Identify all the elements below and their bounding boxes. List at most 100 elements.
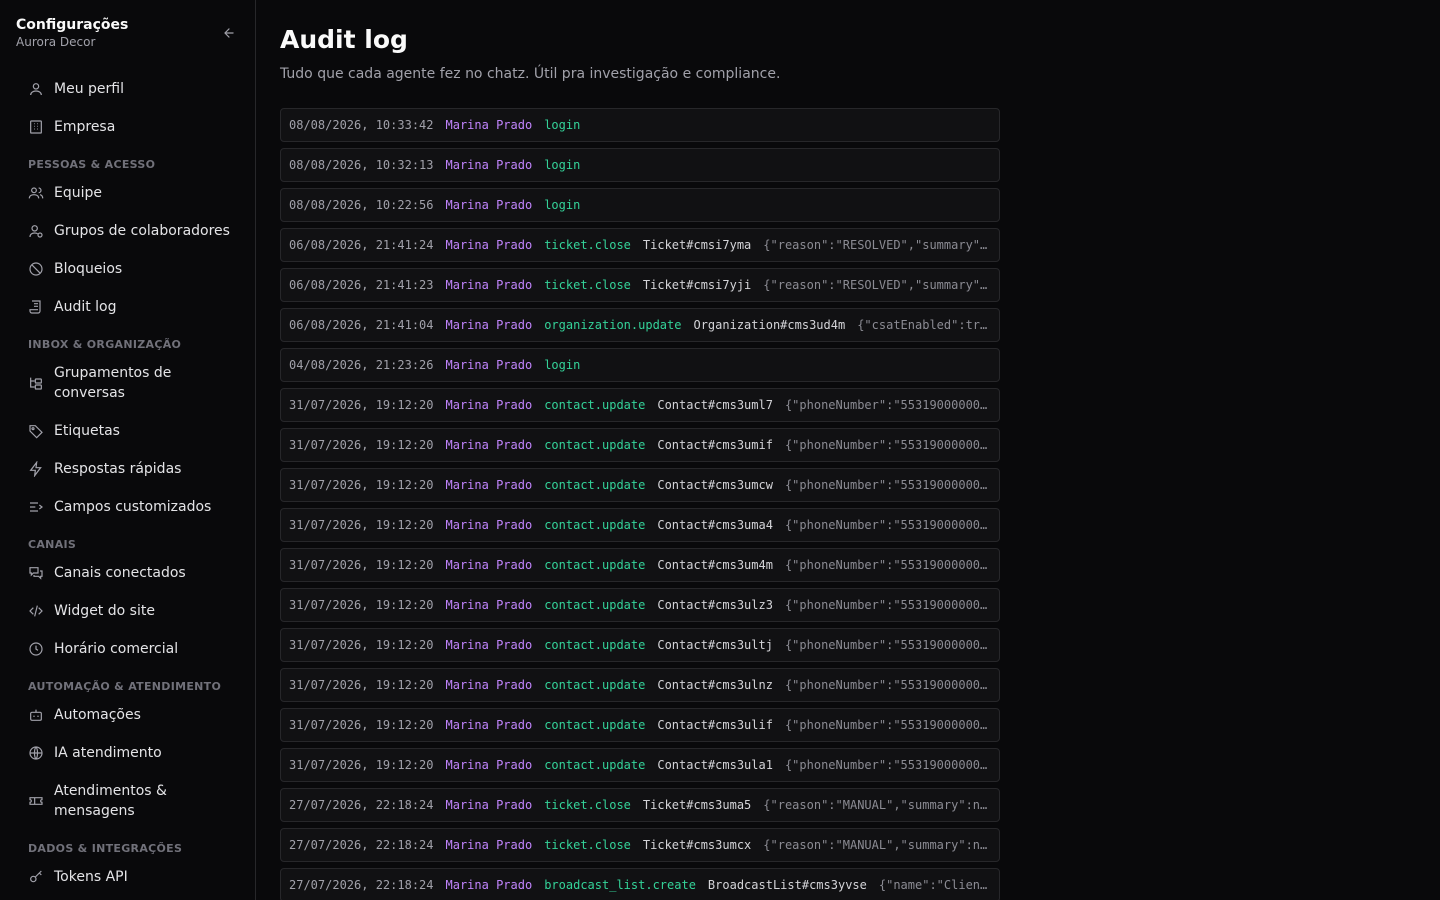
log-row[interactable]: 31/07/2026, 19:12:20 Marina Prado contact.… xyxy=(280,508,1000,542)
sidebar-item-equipe[interactable]: Equipe xyxy=(16,174,244,212)
settings-sidebar: Configurações Aurora Decor Meu perfil Em… xyxy=(0,0,256,900)
log-payload: {"reason":"MANUAL","summary":n… xyxy=(763,838,988,852)
sidebar-item-meu-perfil[interactable]: Meu perfil xyxy=(16,70,244,108)
log-row[interactable]: 31/07/2026, 19:12:20 Marina Prado contact.… xyxy=(280,628,1000,662)
section-label-inbox: INBOX & ORGANIZAÇÃO xyxy=(28,338,182,351)
sidebar-item-label: Grupos de colaboradores xyxy=(54,223,230,239)
log-target: Organization#cms3ud4m xyxy=(693,318,846,332)
sidebar-item-respostas-rapidas[interactable]: Respostas rápidas xyxy=(16,450,244,488)
page-title: Audit log xyxy=(280,25,408,54)
log-row[interactable]: 31/07/2026, 19:12:20 Marina Prado contact.… xyxy=(280,668,1000,702)
log-actor: Marina Prado xyxy=(445,398,533,412)
log-row[interactable]: 27/07/2026, 22:18:24 Marina Prado ticket.c… xyxy=(280,788,1000,822)
zap-icon xyxy=(28,461,44,477)
main-content: Audit log Tudo que cada agente fez no ch… xyxy=(256,0,1440,900)
log-actor: Marina Prado xyxy=(445,238,533,252)
workspace-name: Aurora Decor xyxy=(16,35,96,49)
audit-log-list: 08/08/2026, 10:33:42 Marina Prado login 08/… xyxy=(280,108,1000,900)
log-target: Contact#cms3uma4 xyxy=(657,518,773,532)
sidebar-item-canais-conectados[interactable]: Canais conectados xyxy=(16,554,244,592)
log-timestamp: 08/08/2026, 10:22:56 xyxy=(289,198,434,212)
log-row[interactable]: 08/08/2026, 10:33:42 Marina Prado login xyxy=(280,108,1000,142)
log-action: contact.update xyxy=(544,718,646,732)
messages-icon xyxy=(28,565,44,581)
sidebar-item-label: Audit log xyxy=(54,299,117,315)
sidebar-item-label: Equipe xyxy=(54,185,102,201)
log-row[interactable]: 27/07/2026, 22:18:24 Marina Prado broadcas… xyxy=(280,868,1000,900)
code-icon xyxy=(28,603,44,619)
log-actor: Marina Prado xyxy=(445,558,533,572)
sidebar-item-widget[interactable]: Widget do site xyxy=(16,592,244,630)
log-payload: {"phoneNumber":"55319000000… xyxy=(784,598,988,612)
folder-tree-icon xyxy=(28,375,44,391)
log-actor: Marina Prado xyxy=(445,838,533,852)
log-row[interactable]: 31/07/2026, 19:12:20 Marina Prado contact.… xyxy=(280,468,1000,502)
collapse-sidebar-button[interactable] xyxy=(220,24,238,42)
sidebar-item-automacoes[interactable]: Automações xyxy=(16,696,244,734)
key-icon xyxy=(28,869,44,885)
page-description: Tudo que cada agente fez no chatz. Útil … xyxy=(280,66,781,82)
log-payload: {"phoneNumber":"55319000000… xyxy=(784,398,988,412)
log-action: contact.update xyxy=(544,678,646,692)
sidebar-item-label: Widget do site xyxy=(54,603,155,619)
sidebar-item-label: Bloqueios xyxy=(54,261,123,277)
log-action: contact.update xyxy=(544,638,646,652)
log-action: contact.update xyxy=(544,598,646,612)
log-timestamp: 31/07/2026, 19:12:20 xyxy=(289,638,434,652)
log-actor: Marina Prado xyxy=(445,158,533,172)
log-actor: Marina Prado xyxy=(445,598,533,612)
log-row[interactable]: 27/07/2026, 22:18:24 Marina Prado ticket.c… xyxy=(280,828,1000,862)
sidebar-header: Configurações Aurora Decor xyxy=(16,16,244,56)
sidebar-item-horario[interactable]: Horário comercial xyxy=(16,630,244,668)
log-row[interactable]: 31/07/2026, 19:12:20 Marina Prado contact.… xyxy=(280,388,1000,422)
log-row[interactable]: 31/07/2026, 19:12:20 Marina Prado contact.… xyxy=(280,428,1000,462)
log-target: Contact#cms3umif xyxy=(657,438,773,452)
log-timestamp: 06/08/2026, 21:41:24 xyxy=(289,238,434,252)
sidebar-item-ia-atendimento[interactable]: IA atendimento xyxy=(16,734,244,772)
log-row[interactable]: 06/08/2026, 21:41:23 Marina Prado ticket.c… xyxy=(280,268,1000,302)
log-row[interactable]: 06/08/2026, 21:41:24 Marina Prado ticket.c… xyxy=(280,228,1000,262)
sidebar-item-grupos[interactable]: Grupos de colaboradores xyxy=(16,212,244,250)
log-timestamp: 27/07/2026, 22:18:24 xyxy=(289,878,434,892)
sidebar-item-label: Horário comercial xyxy=(54,641,179,657)
log-row[interactable]: 31/07/2026, 19:12:20 Marina Prado contact.… xyxy=(280,748,1000,782)
log-actor: Marina Prado xyxy=(445,678,533,692)
log-payload: {"phoneNumber":"55319000000… xyxy=(784,558,988,572)
log-target: BroadcastList#cms3yvse xyxy=(707,878,867,892)
sidebar-item-etiquetas[interactable]: Etiquetas xyxy=(16,412,244,450)
log-row[interactable]: 08/08/2026, 10:32:13 Marina Prado login xyxy=(280,148,1000,182)
sidebar-item-label: Etiquetas xyxy=(54,423,120,439)
sidebar-item-grupamentos[interactable]: Grupamentos de conversas xyxy=(16,354,244,412)
log-target: Contact#cms3ulz3 xyxy=(657,598,773,612)
log-action: contact.update xyxy=(544,758,646,772)
users-icon xyxy=(28,185,44,201)
log-action: login xyxy=(544,118,581,132)
log-target: Ticket#cms3uma5 xyxy=(642,798,752,812)
log-payload: {"csatEnabled":tr… xyxy=(857,318,988,332)
log-action: login xyxy=(544,158,581,172)
sidebar-item-label: Atendimentos & mensagens xyxy=(54,783,167,819)
sidebar-item-label: Campos customizados xyxy=(54,499,212,515)
sidebar-item-empresa[interactable]: Empresa xyxy=(16,108,244,146)
log-row[interactable]: 31/07/2026, 19:12:20 Marina Prado contact.… xyxy=(280,588,1000,622)
log-row[interactable]: 06/08/2026, 21:41:04 Marina Prado organiza… xyxy=(280,308,1000,342)
log-action: contact.update xyxy=(544,518,646,532)
log-actor: Marina Prado xyxy=(445,318,533,332)
sidebar-item-label: IA atendimento xyxy=(54,745,162,761)
sidebar-item-campos-customizados[interactable]: Campos customizados xyxy=(16,488,244,526)
log-row[interactable]: 31/07/2026, 19:12:20 Marina Prado contact.… xyxy=(280,708,1000,742)
sidebar-item-atendimentos[interactable]: Atendimentos & mensagens xyxy=(16,772,244,830)
sidebar-item-tokens-api[interactable]: Tokens API xyxy=(16,858,244,896)
log-payload: {"phoneNumber":"55319000000… xyxy=(784,518,988,532)
log-action: broadcast_list.create xyxy=(544,878,696,892)
log-row[interactable]: 08/08/2026, 10:22:56 Marina Prado login xyxy=(280,188,1000,222)
log-row[interactable]: 04/08/2026, 21:23:26 Marina Prado login xyxy=(280,348,1000,382)
settings-nav: Meu perfil Empresa PESSOAS & ACESSO Equi… xyxy=(16,70,244,896)
sidebar-item-audit-log[interactable]: Audit log xyxy=(16,288,244,326)
log-actor: Marina Prado xyxy=(445,798,533,812)
log-row[interactable]: 31/07/2026, 19:12:20 Marina Prado contact.… xyxy=(280,548,1000,582)
sidebar-item-bloqueios[interactable]: Bloqueios xyxy=(16,250,244,288)
sidebar-item-label: Automações xyxy=(54,707,141,723)
user-icon xyxy=(28,81,44,97)
log-timestamp: 08/08/2026, 10:32:13 xyxy=(289,158,434,172)
